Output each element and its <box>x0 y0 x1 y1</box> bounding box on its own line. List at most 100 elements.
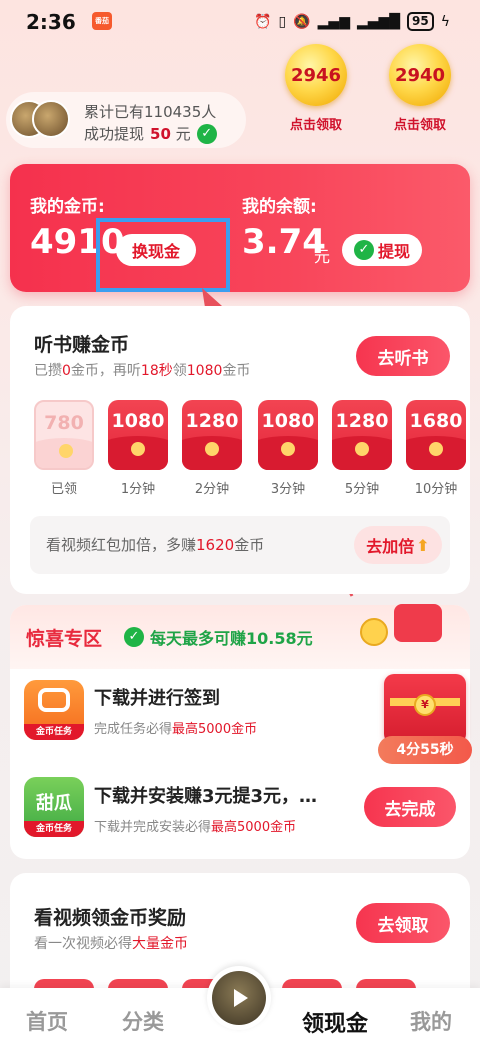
envelope[interactable]: 1080 <box>108 400 168 470</box>
mute-icon: 🔕 <box>293 13 311 30</box>
video-sub-prefix: 看一次视频必得 <box>34 936 132 952</box>
decor-coin-icon <box>360 618 388 646</box>
task-sub-prefix: 完成任务必得 <box>94 722 173 737</box>
task-subtitle: 下载并完成安装必得最高5000金币 <box>94 816 296 835</box>
charging-icon: ϟ <box>440 13 450 30</box>
envelope-label: 已领 <box>50 482 77 497</box>
task-title[interactable]: 下载并进行签到 <box>94 684 220 710</box>
task-icon-badge: 金币任务 <box>24 821 84 837</box>
envelope-value: 1680 <box>409 410 463 432</box>
wechat-icon: ✓ <box>124 627 144 647</box>
coin-bubble-1[interactable]: 2946 点击领取 <box>276 44 356 133</box>
withdraw-amount-text: 成功提现 50 元 ✓ <box>84 123 217 144</box>
envelope-value: 1080 <box>261 410 315 432</box>
my-balance-label: 我的余额: <box>242 197 317 217</box>
kuaishou-logo-icon <box>38 688 70 712</box>
envelope-seal-icon <box>281 442 295 456</box>
status-bar: 2:36 番茄 ⏰ ▯ 🔕 ▂▄▆ ▂▄▆█ 95 ϟ <box>0 0 480 44</box>
video-double-row[interactable]: 看视频红包加倍，多赚1620金币 去加倍 ⬆ <box>30 516 450 574</box>
withdraw-button[interactable]: ✓ 提现 <box>342 234 422 266</box>
envelope-label: 3分钟 <box>270 482 306 497</box>
coin-claim-label[interactable]: 点击领取 <box>380 114 460 133</box>
envelope-value: 1280 <box>185 410 239 432</box>
play-icon <box>234 989 248 1007</box>
coin-bubble-2[interactable]: 2940 点击领取 <box>380 44 460 133</box>
signal-icon: ▂▄▆█ <box>356 13 401 30</box>
my-coins-label: 我的金币: <box>30 197 105 217</box>
coin-claim-label[interactable]: 点击领取 <box>276 114 356 133</box>
video-double-text: 看视频红包加倍，多赚1620金币 <box>46 534 264 555</box>
surprise-zone-subtitle: ✓ 每天最多可赚10.58元 <box>124 625 313 649</box>
envelope-value: 1280 <box>335 410 389 432</box>
gold-coin-icon[interactable]: 2946 <box>285 44 347 106</box>
envelope-seal-icon <box>205 442 219 456</box>
go-complete-button[interactable]: 去完成 <box>364 787 456 827</box>
go-listen-button[interactable]: 去听书 <box>356 336 450 376</box>
listen-card-subtitle: 已攒0金币，再听18秒领1080金币 <box>34 360 250 380</box>
video-sub-red: 大量金币 <box>132 936 188 952</box>
envelope-seal-icon <box>131 442 145 456</box>
battery-icon: 95 <box>407 12 434 31</box>
sub-red: 0 <box>62 363 71 379</box>
double-suffix: 金币 <box>234 536 265 554</box>
chest-coin-icon: ¥ <box>414 694 436 716</box>
task-app-icon[interactable]: 金币任务 <box>24 680 84 740</box>
gold-coin-icon[interactable]: 2940 <box>389 44 451 106</box>
balance-card: 我的金币: 4910 换现金 我的余额: 3.74 元 ✓ 提现 <box>10 164 470 292</box>
envelope-row: 780 已领 1080 1分钟 1280 2分钟 1080 3分钟 1280 5… <box>34 400 466 500</box>
envelope-label: 5分钟 <box>344 482 380 497</box>
sub-red: 1080 <box>186 363 223 379</box>
nav-home[interactable]: 首页 <box>26 1006 68 1036</box>
now-playing-button[interactable] <box>207 966 271 1030</box>
withdraw-unit: 元 <box>175 125 191 143</box>
task-app-icon[interactable]: 甜瓜 金币任务 <box>24 777 84 837</box>
nav-category[interactable]: 分类 <box>122 1006 164 1036</box>
envelope[interactable]: 1680 <box>406 400 466 470</box>
arrow-up-icon: ⬆ <box>416 535 430 555</box>
nav-mine[interactable]: 我的 <box>410 1006 452 1036</box>
alarm-icon: ⏰ <box>254 13 272 30</box>
nav-earn-cash[interactable]: 领现金 <box>302 1006 368 1038</box>
sub-text: 金币，再听 <box>70 363 141 379</box>
sub-text: 领 <box>172 363 187 379</box>
envelope[interactable]: 1080 <box>258 400 318 470</box>
task-title[interactable]: 下载并安装赚3元提3元，… <box>94 782 317 808</box>
treasure-chest-icon[interactable]: ¥ <box>384 674 466 744</box>
envelope-label: 1分钟 <box>120 482 156 497</box>
task-sub-red: 最高5000金币 <box>211 820 297 835</box>
balance-unit: 元 <box>314 247 331 266</box>
task-sub-prefix: 下载并完成安装必得 <box>94 820 212 835</box>
status-time: 2:36 <box>26 10 76 34</box>
envelope-label: 2分钟 <box>194 482 230 497</box>
surprise-zone-title: 惊喜专区 <box>26 628 103 650</box>
avatar <box>32 100 70 138</box>
wechat-check-icon: ✓ <box>196 123 217 144</box>
listen-card-title: 听书赚金币 <box>34 334 130 356</box>
task-subtitle: 完成任务必得最高5000金币 <box>94 718 257 737</box>
withdraw-amount: 50 <box>150 125 171 143</box>
signal-icon: ▂▄▆ <box>317 13 350 30</box>
double-amount: 1620 <box>196 536 235 554</box>
chest-timer: 4分55秒 <box>378 736 472 764</box>
vibrate-icon: ▯ <box>278 13 287 30</box>
envelope[interactable]: 1280 <box>332 400 392 470</box>
envelope[interactable]: 1280 <box>182 400 242 470</box>
go-claim-button[interactable]: 去领取 <box>356 903 450 943</box>
tiangua-logo-icon: 甜瓜 <box>36 793 72 814</box>
envelope-value: 1080 <box>111 410 165 432</box>
wechat-icon: ✓ <box>353 240 374 260</box>
sub-red: 18秒 <box>140 363 173 379</box>
listen-earn-card: 听书赚金币 已攒0金币，再听18秒领1080金币 去听书 780 已领 1080… <box>10 306 470 594</box>
video-card-subtitle: 看一次视频必得大量金币 <box>34 933 188 953</box>
avatar-group <box>10 100 80 140</box>
envelope-claimed[interactable]: 780 <box>34 400 94 470</box>
double-prefix: 看视频红包加倍，多赚 <box>46 536 197 554</box>
envelope-seal-icon <box>355 442 369 456</box>
go-double-button[interactable]: 去加倍 ⬆ <box>354 526 442 564</box>
status-icons: ⏰ ▯ 🔕 ▂▄▆ ▂▄▆█ 95 ϟ <box>254 12 450 31</box>
withdraw-count-text: 累计已有110435人 <box>84 103 217 121</box>
task-icon-badge: 金币任务 <box>24 724 84 740</box>
go-double-label: 去加倍 <box>366 537 415 556</box>
app-notification-icon: 番茄 <box>92 12 112 30</box>
envelope-label: 10分钟 <box>414 482 458 497</box>
